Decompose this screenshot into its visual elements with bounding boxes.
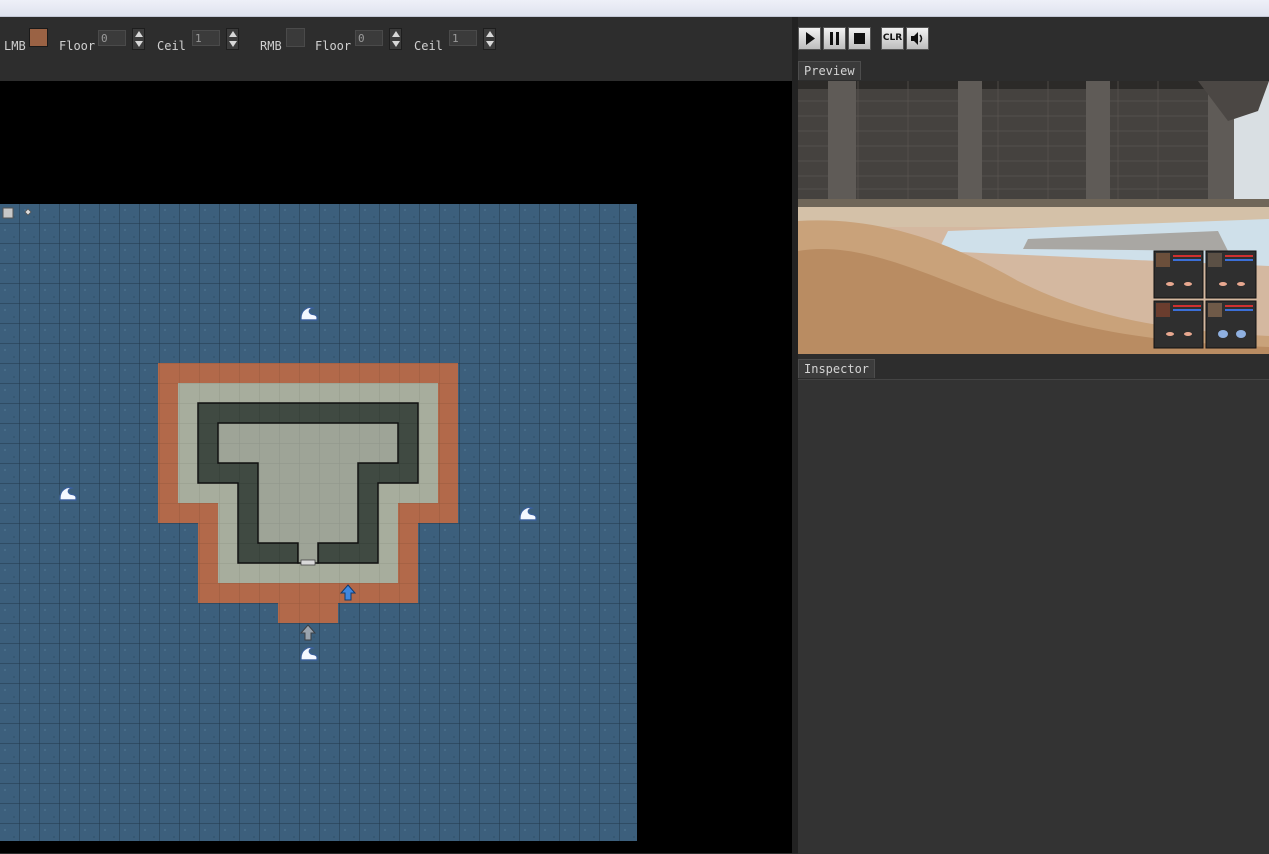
selector-square-icon[interactable] <box>2 207 14 219</box>
spin-up-icon[interactable] <box>486 31 494 37</box>
rmb-floor-label: Floor <box>315 39 352 53</box>
rmb-floor-input[interactable]: 0 <box>355 30 383 46</box>
right-pane: CLR Preview Inspector <box>798 17 1269 854</box>
lmb-floor-input[interactable]: 0 <box>98 30 126 46</box>
brush-toolbar: LMB Floor 0 Ceil 1 RMB Floor 0 Ceil 1 <box>0 17 792 80</box>
spin-up-icon[interactable] <box>229 31 237 37</box>
spin-down-icon[interactable] <box>486 41 494 47</box>
stop-icon <box>854 33 865 44</box>
speaker-icon <box>911 32 923 45</box>
map-grid[interactable] <box>0 81 792 853</box>
inspector-panel <box>798 379 1269 854</box>
lmb-floor-label: Floor <box>59 39 96 53</box>
spin-down-icon[interactable] <box>392 41 400 47</box>
rmb-label: RMB <box>260 39 282 53</box>
tab-preview[interactable]: Preview <box>798 61 861 80</box>
pause-button[interactable] <box>823 27 846 50</box>
lmb-ceil-input[interactable]: 1 <box>192 30 220 46</box>
spin-down-icon[interactable] <box>135 41 143 47</box>
lmb-color-swatch[interactable] <box>29 28 48 47</box>
door-marker[interactable] <box>300 559 316 566</box>
preview-scene <box>798 81 1269 354</box>
lmb-ceil-label: Ceil <box>157 39 186 53</box>
rmb-ceil-label: Ceil <box>414 39 443 53</box>
lmb-ceil-spinner[interactable] <box>226 28 239 50</box>
sound-button[interactable] <box>906 27 929 50</box>
lmb-label: LMB <box>4 39 26 53</box>
spin-up-icon[interactable] <box>392 31 400 37</box>
rmb-color-swatch[interactable] <box>286 28 305 47</box>
pause-icon <box>830 32 839 45</box>
game-preview[interactable] <box>798 81 1269 354</box>
spin-down-icon[interactable] <box>229 41 237 47</box>
stop-button[interactable] <box>848 27 871 50</box>
tab-inspector[interactable]: Inspector <box>798 359 876 378</box>
rmb-ceil-spinner[interactable] <box>483 28 496 50</box>
map-editor-canvas[interactable] <box>0 81 792 853</box>
rmb-ceil-input[interactable]: 1 <box>449 30 477 46</box>
clear-button[interactable]: CLR <box>881 27 904 50</box>
spin-up-icon[interactable] <box>135 31 143 37</box>
title-bar <box>0 0 1269 17</box>
lmb-floor-spinner[interactable] <box>132 28 145 50</box>
rmb-floor-spinner[interactable] <box>389 28 402 50</box>
play-button[interactable] <box>798 27 821 50</box>
play-icon <box>806 32 815 45</box>
